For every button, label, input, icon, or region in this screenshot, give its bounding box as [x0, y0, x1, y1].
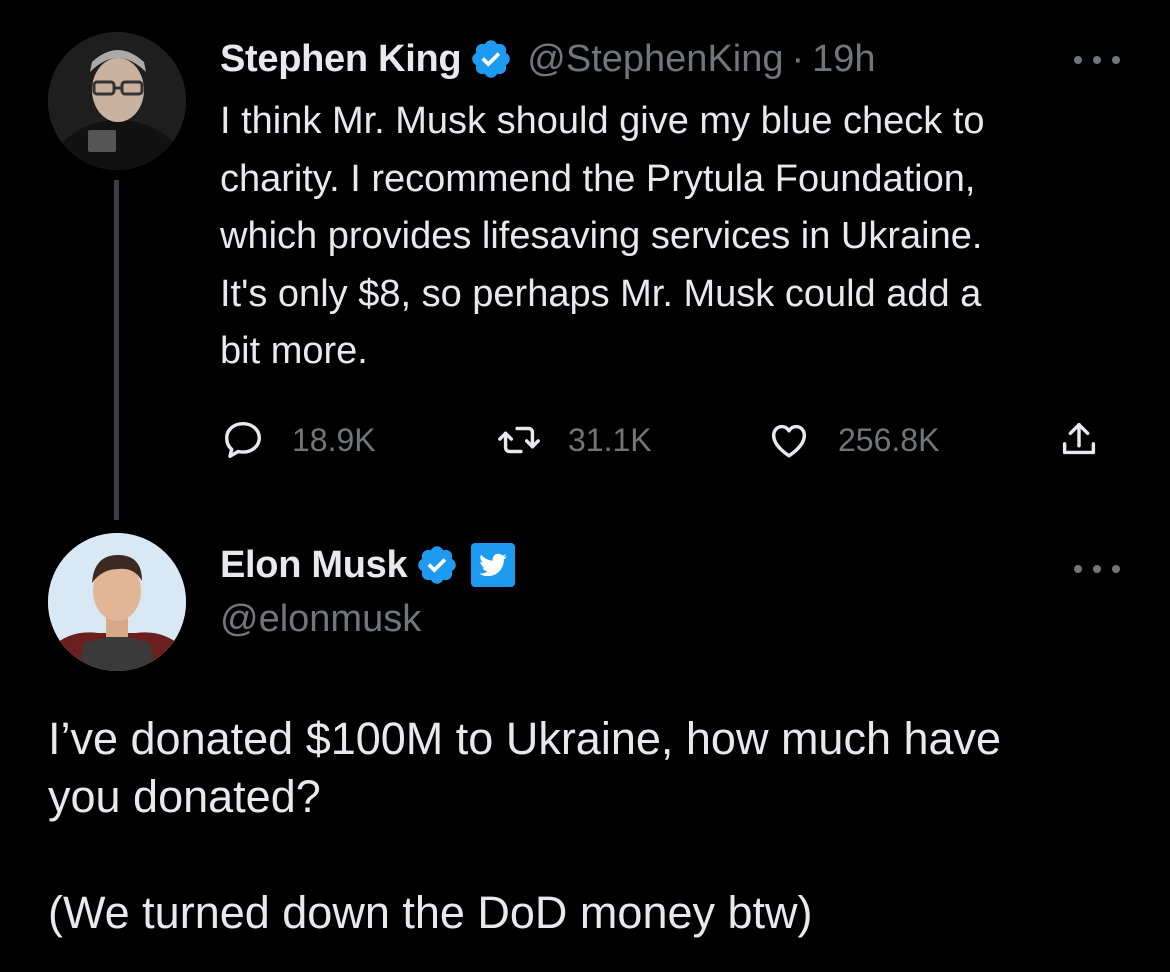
more-dot-icon [1093, 565, 1101, 573]
author-display-name[interactable]: Elon Musk [220, 544, 408, 587]
retweet-icon [498, 426, 540, 454]
separator-dot: · [791, 37, 805, 80]
tweet-action-bar: 18.9K 31.1K 256.8K [220, 414, 1120, 466]
retweet-button[interactable]: 31.1K [496, 414, 652, 466]
like-count: 256.8K [838, 421, 940, 458]
more-options-button[interactable] [1074, 50, 1120, 70]
more-dot-icon [1074, 565, 1082, 573]
tweet-timestamp[interactable]: 19h [812, 38, 875, 81]
author-display-name[interactable]: Stephen King [220, 38, 462, 81]
parent-tweet-header: Stephen King @StephenKing · 19h [220, 34, 876, 84]
parent-tweet[interactable]: Stephen King @StephenKing · 19h I think … [0, 0, 1170, 520]
verified-badge-icon [415, 543, 459, 587]
share-icon [1062, 422, 1096, 455]
tweet-text: I think Mr. Musk should give my blue che… [220, 100, 985, 373]
reply-button[interactable]: 18.9K [220, 414, 376, 466]
reply-tweet-header: Elon Musk [220, 540, 516, 590]
person-avatar-icon [48, 533, 186, 671]
more-dot-icon [1112, 565, 1120, 573]
author-handle[interactable]: @StephenKing [527, 38, 783, 81]
more-dot-icon [1112, 56, 1120, 64]
share-button[interactable] [1056, 414, 1102, 466]
author-handle[interactable]: @elonmusk [220, 598, 421, 641]
tweet-text-followup: (We turned down the DoD money btw) [48, 887, 813, 938]
twitter-bird-icon[interactable] [471, 543, 516, 587]
like-button[interactable]: 256.8K [766, 414, 939, 466]
thread-connector-line [114, 180, 119, 520]
person-avatar-icon [48, 32, 186, 170]
reply-icon [224, 421, 262, 459]
heart-icon [771, 424, 807, 458]
verified-badge-icon [469, 37, 513, 81]
stephen-king-avatar[interactable] [48, 32, 186, 170]
more-dot-icon [1074, 56, 1082, 64]
more-dot-icon [1093, 56, 1101, 64]
elon-musk-avatar[interactable] [48, 533, 186, 671]
retweet-count: 31.1K [568, 421, 652, 458]
more-options-button[interactable] [1074, 559, 1120, 579]
tweet-text: I’ve donated $100M to Ukraine, how much … [48, 713, 1002, 822]
reply-count: 18.9K [292, 421, 376, 458]
